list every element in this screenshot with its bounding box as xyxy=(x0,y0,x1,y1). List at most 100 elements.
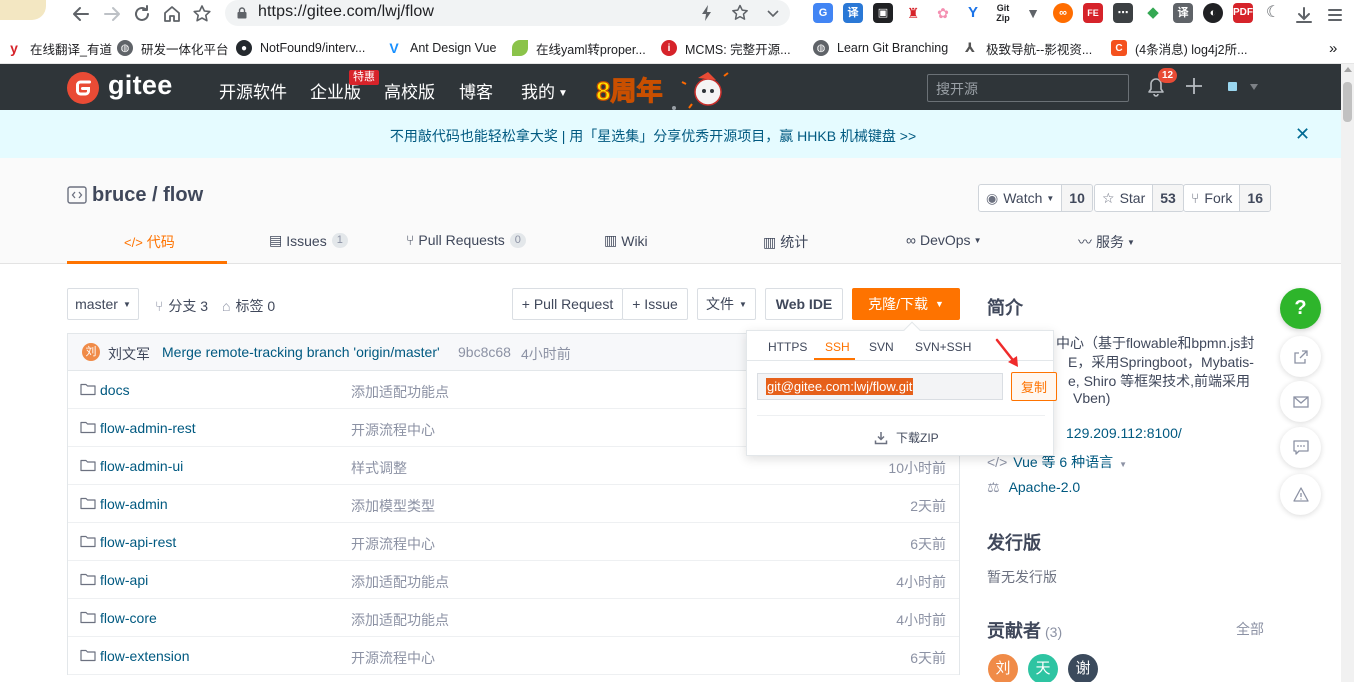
repo-title[interactable]: bruce / flow xyxy=(92,184,203,207)
file-commit-message[interactable]: 开源流程中心 xyxy=(351,648,435,668)
browser-profile-avatar[interactable] xyxy=(0,0,46,20)
branch-select[interactable]: master ▼ xyxy=(67,288,139,320)
chevron-down-icon[interactable] xyxy=(763,3,783,23)
list-item[interactable]: flow-extension 开源流程中心 6天前 xyxy=(68,637,959,675)
reload-icon[interactable] xyxy=(131,3,153,25)
menu-icon[interactable] xyxy=(1324,4,1346,26)
translate-icon[interactable]: 译 xyxy=(843,3,863,23)
extension-icon[interactable]: ✿ xyxy=(933,3,953,23)
file-commit-message[interactable]: 开源流程中心 xyxy=(351,420,435,440)
extension-icon[interactable]: ♜ xyxy=(903,3,923,23)
bookmark-nav[interactable]: ⅄ 极致导航--影视资... xyxy=(962,39,1092,57)
file-name[interactable]: flow-core xyxy=(100,610,157,626)
file-name[interactable]: docs xyxy=(100,382,130,398)
new-pull-request-button[interactable]: + Pull Request xyxy=(512,288,623,320)
file-name[interactable]: flow-api xyxy=(100,572,148,588)
bookmark-mcms[interactable]: i MCMS: 完整开源... xyxy=(661,39,791,57)
gitee-logo-icon[interactable] xyxy=(67,72,99,104)
tags-link[interactable]: ⌂ 标签 0 xyxy=(222,296,275,316)
bookmark-antd[interactable]: V Ant Design Vue xyxy=(386,39,496,57)
fork-count[interactable]: 16 xyxy=(1240,185,1270,211)
tab-svn[interactable]: SVN xyxy=(869,340,894,354)
bookmark-youdao[interactable]: y 在线翻译_有道 xyxy=(6,39,112,57)
back-icon[interactable] xyxy=(70,3,92,25)
extension-icon[interactable]: ▼ xyxy=(1023,3,1043,23)
mail-button[interactable] xyxy=(1280,381,1321,422)
extension-icon[interactable]: ▣ xyxy=(873,3,893,23)
google-translate-icon[interactable]: G xyxy=(813,3,833,23)
star-count[interactable]: 53 xyxy=(1153,185,1183,211)
fork-button[interactable]: ⑂ Fork xyxy=(1184,185,1241,211)
comment-button[interactable] xyxy=(1280,427,1321,468)
clone-url-text[interactable]: git@gitee.com:lwj/flow.git xyxy=(766,378,914,395)
scroll-up-icon[interactable] xyxy=(1344,67,1352,72)
file-commit-message[interactable]: 添加适配功能点 xyxy=(351,610,449,630)
license-link[interactable]: ⚖ Apache-2.0 xyxy=(987,479,1080,496)
file-name[interactable]: flow-extension xyxy=(100,648,190,664)
copy-button[interactable]: 复制 xyxy=(1011,372,1057,401)
nav-open-source[interactable]: 开源软件 xyxy=(219,78,287,103)
star-button[interactable]: ☆ Star xyxy=(1095,185,1154,211)
caret-down-icon[interactable] xyxy=(1250,84,1258,90)
file-name[interactable]: flow-admin xyxy=(100,496,168,512)
file-commit-message[interactable]: 样式调整 xyxy=(351,458,407,478)
bookmark-csdn[interactable]: C (4条消息) log4j2所... xyxy=(1111,39,1248,57)
file-name[interactable]: flow-admin-ui xyxy=(100,458,183,474)
bookmark-star-icon[interactable] xyxy=(191,3,213,25)
share-button[interactable] xyxy=(1280,336,1321,377)
download-icon[interactable] xyxy=(1293,4,1315,26)
file-menu-button[interactable]: 文件 ▼ xyxy=(697,288,756,320)
watch-count[interactable]: 10 xyxy=(1062,185,1092,211)
web-ide-button[interactable]: Web IDE xyxy=(765,288,843,320)
report-button[interactable] xyxy=(1280,474,1321,515)
help-button[interactable]: ? xyxy=(1280,288,1321,329)
tab-ssh[interactable]: SSH xyxy=(825,340,850,354)
list-item[interactable]: flow-core 添加适配功能点 4小时前 xyxy=(68,599,959,637)
commit-hash[interactable]: 9bc8c68 xyxy=(458,344,511,360)
commit-message[interactable]: Merge remote-tracking branch 'origin/mas… xyxy=(162,344,440,360)
clone-download-button[interactable]: 克隆/下载 ▼ xyxy=(852,288,960,320)
extension-icon[interactable]: 译 xyxy=(1173,3,1193,23)
extension-icon[interactable]: ∞ xyxy=(1053,3,1073,23)
promo-banner-link[interactable]: 不用敲代码也能轻松拿大奖 | 用「星选集」分享优秀开源项目，赢 HHKB 机械键… xyxy=(0,126,1306,146)
tab-svn-ssh[interactable]: SVN+SSH xyxy=(915,340,971,354)
extension-icon[interactable]: FE xyxy=(1083,3,1103,23)
file-commit-message[interactable]: 添加适配功能点 xyxy=(351,572,449,592)
tab-issues[interactable]: ▤ Issues 1 xyxy=(269,232,348,249)
extension-icon[interactable]: ◐ xyxy=(1203,3,1223,23)
bookmark-yaml[interactable]: 在线yaml转proper... xyxy=(512,39,646,57)
commit-author[interactable]: 刘文军 xyxy=(108,344,150,364)
tab-https[interactable]: HTTPS xyxy=(768,340,807,354)
home-icon[interactable] xyxy=(161,3,183,25)
plus-icon[interactable] xyxy=(1184,76,1204,96)
tab-devops[interactable]: ∞ DevOps ▼ xyxy=(906,232,981,248)
forward-icon[interactable] xyxy=(101,3,123,25)
avatar[interactable]: 天 xyxy=(1028,654,1058,682)
pdf-icon[interactable]: PDF xyxy=(1233,3,1253,23)
file-commit-message[interactable]: 添加适配功能点 xyxy=(351,382,449,402)
nav-university[interactable]: 高校版 xyxy=(384,78,435,103)
scroll-thumb[interactable] xyxy=(1343,82,1352,122)
watch-button[interactable]: ◉ Watch ▼ xyxy=(979,185,1063,211)
bookmark-github[interactable]: ● NotFound9/interv... xyxy=(236,39,365,57)
anniversary-banner[interactable]: 8周年 xyxy=(596,68,736,110)
file-name[interactable]: flow-admin-rest xyxy=(100,420,196,436)
avatar[interactable]: 谢 xyxy=(1068,654,1098,682)
website-link[interactable]: 129.209.112:8100/ xyxy=(1066,425,1182,441)
bookmark-learngit[interactable]: ◍ Learn Git Branching xyxy=(813,39,948,57)
lightning-icon[interactable] xyxy=(697,3,717,23)
file-commit-message[interactable]: 开源流程中心 xyxy=(351,534,435,554)
download-zip-link[interactable]: 下载ZIP xyxy=(874,429,939,446)
avatar[interactable]: 刘 xyxy=(82,343,100,361)
address-bar[interactable]: https://gitee.com/lwj/flow xyxy=(225,0,790,26)
url-text[interactable]: https://gitee.com/lwj/flow xyxy=(258,3,434,21)
dark-mode-icon[interactable]: ☾ xyxy=(1263,3,1283,23)
more-bookmarks-button[interactable]: » xyxy=(1329,39,1337,57)
clone-url-input[interactable]: git@gitee.com:lwj/flow.git xyxy=(757,373,1003,400)
star-outline-icon[interactable] xyxy=(730,3,750,23)
close-icon[interactable]: ✕ xyxy=(1295,125,1310,143)
nav-mine[interactable]: 我的 ▼ xyxy=(521,78,568,103)
bookmark-devops[interactable]: ◍ 研发一体化平台 xyxy=(117,39,229,57)
contributors-all-link[interactable]: 全部 xyxy=(1236,619,1264,639)
tab-wiki[interactable]: ▥ Wiki xyxy=(604,232,648,249)
